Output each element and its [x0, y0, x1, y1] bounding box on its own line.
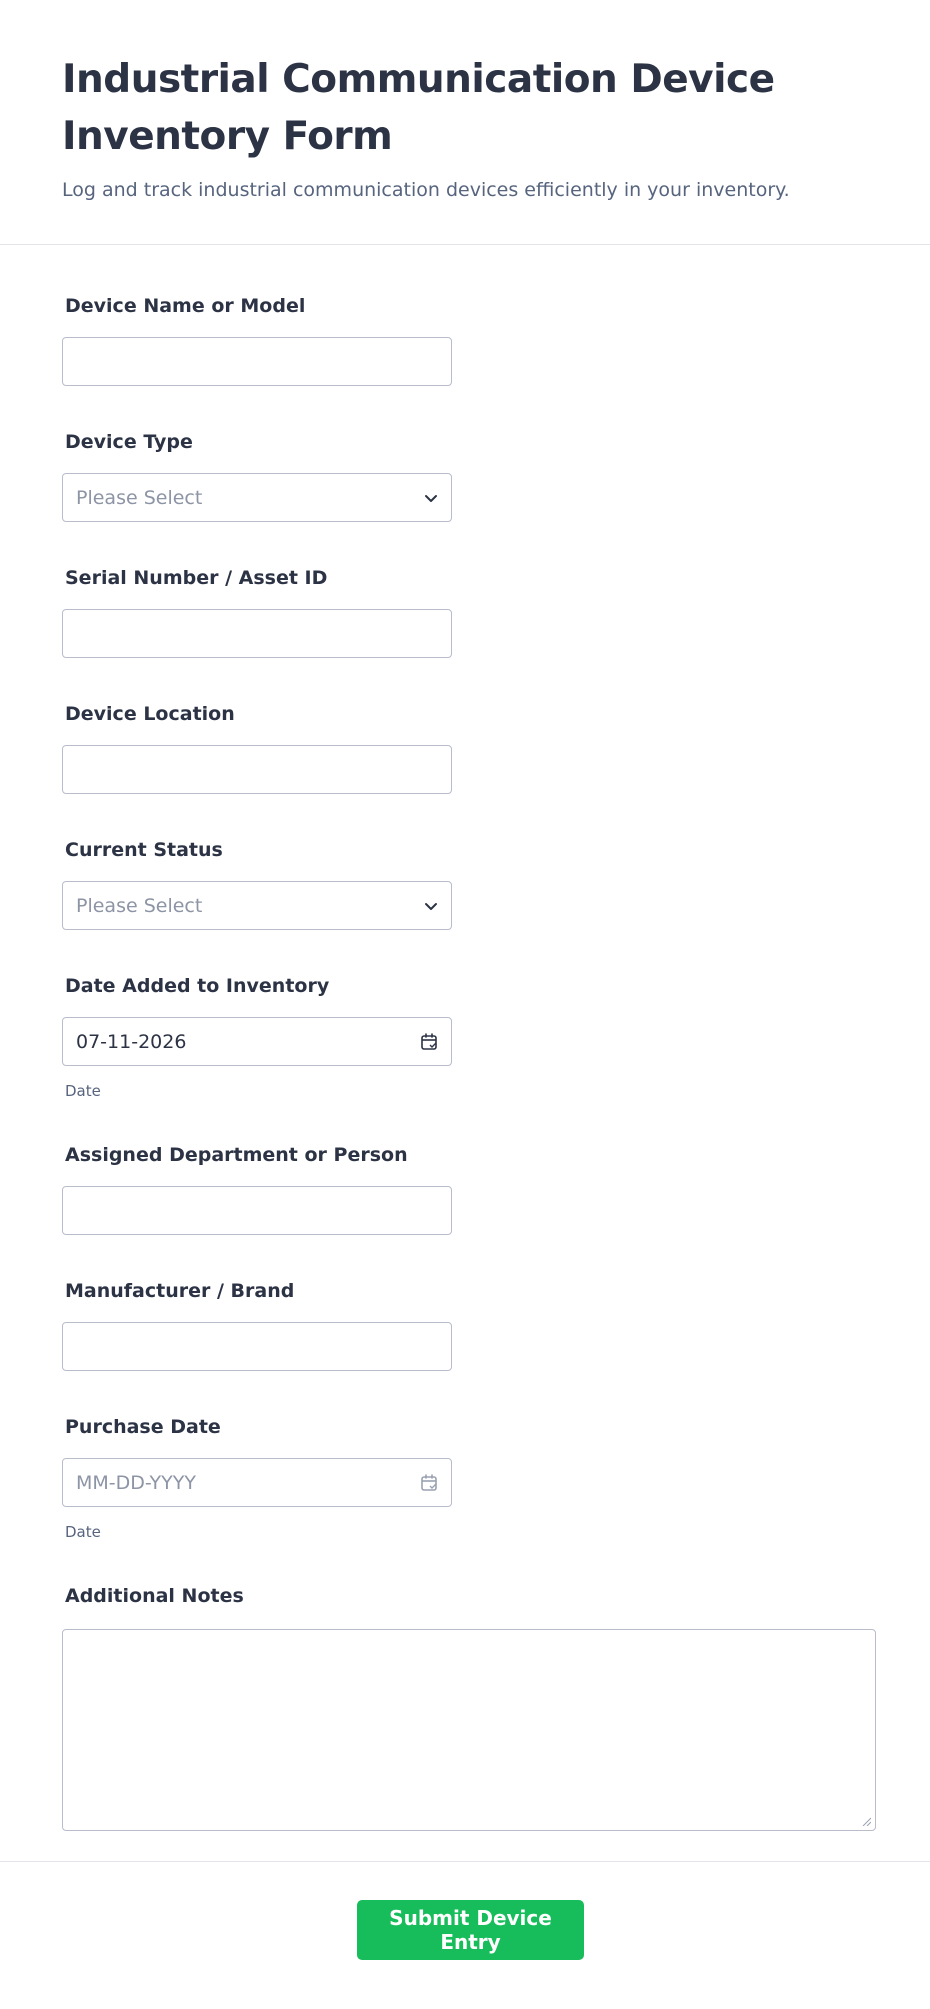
- serial-number-label: Serial Number / Asset ID: [65, 567, 328, 589]
- calendar-icon[interactable]: [419, 1473, 439, 1493]
- chevron-down-icon: [425, 495, 437, 502]
- field-assigned: Assigned Department or Person: [62, 1142, 452, 1235]
- field-device-location: Device Location: [62, 701, 452, 794]
- date-added-input[interactable]: 07-11-2026: [62, 1017, 452, 1066]
- field-device-type: Device Type Please Select: [62, 429, 452, 522]
- field-date-added: Date Added to Inventory 07-11-2026 Date: [62, 973, 452, 1100]
- calendar-icon[interactable]: [419, 1032, 439, 1052]
- manufacturer-label: Manufacturer / Brand: [65, 1280, 295, 1302]
- device-name-input[interactable]: [62, 337, 452, 386]
- device-location-input[interactable]: [62, 745, 452, 794]
- assigned-label: Assigned Department or Person: [65, 1144, 408, 1166]
- purchase-date-label: Purchase Date: [65, 1416, 221, 1438]
- field-manufacturer: Manufacturer / Brand: [62, 1278, 452, 1371]
- field-purchase-date: Purchase Date MM-DD-YYYY Date: [62, 1414, 452, 1541]
- device-name-label: Device Name or Model: [65, 295, 306, 317]
- purchase-date-sublabel: Date: [65, 1523, 101, 1541]
- date-added-label: Date Added to Inventory: [65, 975, 330, 997]
- field-notes: Additional Notes: [62, 1583, 876, 1831]
- page-title: Industrial Communication Device Inventor…: [62, 57, 775, 159]
- device-type-placeholder: Please Select: [76, 486, 203, 509]
- page-subtitle: Log and track industrial communication d…: [62, 179, 790, 201]
- chevron-down-icon: [425, 903, 437, 910]
- form-header: Industrial Communication Device Inventor…: [0, 0, 930, 245]
- notes-textarea[interactable]: [62, 1629, 876, 1831]
- device-type-label: Device Type: [65, 431, 193, 453]
- purchase-date-input[interactable]: MM-DD-YYYY: [62, 1458, 452, 1507]
- resize-grip-icon[interactable]: [861, 1816, 871, 1826]
- serial-number-input[interactable]: [62, 609, 452, 658]
- submit-button[interactable]: Submit Device Entry: [357, 1900, 584, 1960]
- manufacturer-input[interactable]: [62, 1322, 452, 1371]
- date-added-sublabel: Date: [65, 1082, 101, 1100]
- current-status-placeholder: Please Select: [76, 894, 203, 917]
- field-current-status: Current Status Please Select: [62, 837, 452, 930]
- current-status-select[interactable]: Please Select: [62, 881, 452, 930]
- assigned-input[interactable]: [62, 1186, 452, 1235]
- device-type-select[interactable]: Please Select: [62, 473, 452, 522]
- field-serial-number: Serial Number / Asset ID: [62, 565, 452, 658]
- form-footer: Submit Device Entry: [0, 1861, 930, 2009]
- notes-label: Additional Notes: [65, 1585, 244, 1607]
- current-status-label: Current Status: [65, 839, 223, 861]
- date-added-value: 07-11-2026: [76, 1030, 187, 1053]
- purchase-date-placeholder: MM-DD-YYYY: [76, 1471, 196, 1494]
- device-location-label: Device Location: [65, 703, 235, 725]
- field-device-name: Device Name or Model: [62, 293, 452, 386]
